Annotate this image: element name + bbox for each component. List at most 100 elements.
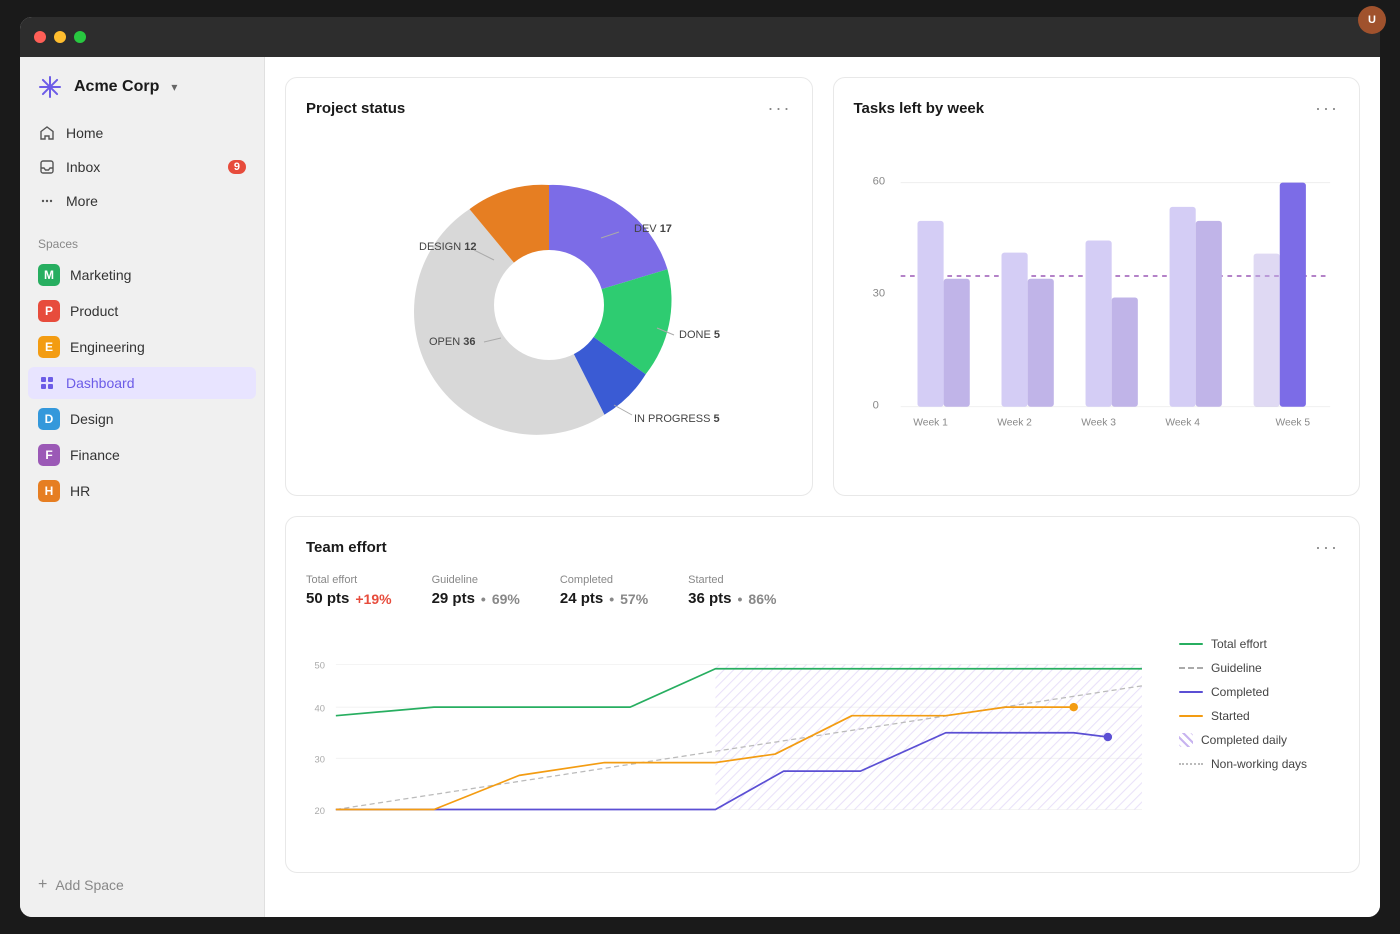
project-status-header: Project status ··· <box>306 98 792 119</box>
legend-dash-guideline <box>1179 667 1203 669</box>
metric-completed-change: • <box>609 591 614 607</box>
legend-item-started: Started <box>1179 709 1339 723</box>
metric-guideline-label: Guideline <box>432 574 520 586</box>
legend-item-completed: Completed <box>1179 685 1339 699</box>
dashboard-icon <box>38 374 56 392</box>
metric-guideline: Guideline 29 pts • 69% <box>432 574 520 607</box>
svg-text:20: 20 <box>315 806 325 816</box>
close-button[interactable] <box>34 31 46 43</box>
svg-text:50: 50 <box>315 661 325 671</box>
avatar[interactable]: U <box>1358 17 1380 34</box>
more-icon <box>38 192 56 210</box>
traffic-lights <box>34 31 86 43</box>
spaces-section-label: Spaces <box>20 225 264 257</box>
home-icon <box>38 124 56 142</box>
titlebar: U <box>20 17 1380 57</box>
metric-total-effort-value: 50 pts +19% <box>306 590 392 607</box>
sidebar-item-product-label: Product <box>70 303 118 319</box>
sidebar-item-inbox-label: Inbox <box>66 159 100 175</box>
sidebar-item-hr[interactable]: H HR <box>28 473 256 509</box>
top-row: Project status ··· <box>285 77 1360 496</box>
tasks-left-card: Tasks left by week ··· 60 30 0 <box>833 77 1361 496</box>
svg-text:40: 40 <box>315 703 325 713</box>
legend-item-completed-daily: Completed daily <box>1179 733 1339 747</box>
main-content: Project status ··· <box>265 57 1380 917</box>
svg-text:DESIGN 12: DESIGN 12 <box>419 241 476 253</box>
inbox-badge: 9 <box>228 160 246 174</box>
hr-space-icon: H <box>38 480 60 502</box>
design-space-icon: D <box>38 408 60 430</box>
metric-started-change: • <box>738 591 743 607</box>
svg-text:30: 30 <box>872 288 884 300</box>
inbox-icon <box>38 158 56 176</box>
sidebar-item-marketing-label: Marketing <box>70 267 131 283</box>
legend-line-completed <box>1179 691 1203 693</box>
svg-text:60: 60 <box>872 175 884 187</box>
sidebar-item-dashboard[interactable]: Dashboard <box>28 367 256 399</box>
metrics-row: Total effort 50 pts +19% Guideline 29 pt… <box>306 574 1339 607</box>
org-header[interactable]: Acme Corp ▾ <box>20 57 264 109</box>
metric-total-effort: Total effort 50 pts +19% <box>306 574 392 607</box>
maximize-button[interactable] <box>74 31 86 43</box>
metric-completed-value: 24 pts • 57% <box>560 590 648 607</box>
legend-dots-nonworking <box>1179 763 1203 765</box>
sidebar-item-product[interactable]: P Product <box>28 293 256 329</box>
sidebar-item-hr-label: HR <box>70 483 90 499</box>
line-chart-wrapper: 50 40 30 20 <box>306 627 1339 852</box>
tasks-left-chart: 60 30 0 <box>854 135 1340 475</box>
tasks-left-more-button[interactable]: ··· <box>1315 98 1339 119</box>
sidebar-item-home[interactable]: Home <box>28 117 256 149</box>
team-effort-card: Team effort ··· Total effort 50 pts +19%… <box>285 516 1360 873</box>
tasks-left-header: Tasks left by week ··· <box>854 98 1340 119</box>
svg-text:Week 1: Week 1 <box>913 417 948 428</box>
legend-line-started <box>1179 715 1203 717</box>
svg-text:DEV 17: DEV 17 <box>634 223 672 235</box>
line-chart-area: 50 40 30 20 <box>306 627 1159 852</box>
sidebar-item-inbox[interactable]: Inbox 9 <box>28 151 256 183</box>
legend-item-nonworking: Non-working days <box>1179 757 1339 771</box>
metric-total-effort-change: +19% <box>355 591 391 607</box>
add-space-button[interactable]: + Add Space <box>20 869 264 901</box>
sidebar-item-finance[interactable]: F Finance <box>28 437 256 473</box>
legend-item-total-effort: Total effort <box>1179 637 1339 651</box>
sidebar-item-engineering[interactable]: E Engineering <box>28 329 256 365</box>
svg-text:Week 4: Week 4 <box>1165 417 1200 428</box>
legend-line-total <box>1179 643 1203 645</box>
nav-menu: Home Inbox 9 More <box>20 109 264 225</box>
svg-text:DONE 5: DONE 5 <box>679 329 720 341</box>
metric-completed: Completed 24 pts • 57% <box>560 574 648 607</box>
sidebar-item-engineering-label: Engineering <box>70 339 145 355</box>
sidebar-item-finance-label: Finance <box>70 447 120 463</box>
svg-text:IN PROGRESS 5: IN PROGRESS 5 <box>634 413 720 425</box>
metric-guideline-value: 29 pts • 69% <box>432 590 520 607</box>
marketing-space-icon: M <box>38 264 60 286</box>
sidebar-item-more-label: More <box>66 193 98 209</box>
sidebar-item-design-label: Design <box>70 411 114 427</box>
sidebar-item-more[interactable]: More <box>28 185 256 217</box>
sidebar-item-marketing[interactable]: M Marketing <box>28 257 256 293</box>
svg-text:30: 30 <box>315 755 325 765</box>
metric-completed-label: Completed <box>560 574 648 586</box>
engineering-space-icon: E <box>38 336 60 358</box>
team-effort-more-button[interactable]: ··· <box>1315 537 1339 558</box>
svg-text:Week 2: Week 2 <box>997 417 1032 428</box>
sidebar-item-dashboard-label: Dashboard <box>66 375 135 391</box>
svg-text:Week 3: Week 3 <box>1081 417 1116 428</box>
legend-item-guideline: Guideline <box>1179 661 1339 675</box>
sidebar-item-home-label: Home <box>66 125 103 141</box>
org-name: Acme Corp <box>74 78 159 96</box>
chart-legend: Total effort Guideline Completed St <box>1179 627 1339 852</box>
team-effort-title: Team effort <box>306 539 387 556</box>
svg-text:Week 5: Week 5 <box>1275 417 1310 428</box>
org-logo <box>36 73 64 101</box>
project-status-chart: DEV 17 DONE 5 IN PROGRESS 5 <box>306 135 792 475</box>
metric-started-label: Started <box>688 574 776 586</box>
project-status-title: Project status <box>306 100 405 117</box>
minimize-button[interactable] <box>54 31 66 43</box>
metric-total-effort-label: Total effort <box>306 574 392 586</box>
sidebar-item-design[interactable]: D Design <box>28 401 256 437</box>
chevron-down-icon: ▾ <box>171 80 177 94</box>
project-status-more-button[interactable]: ··· <box>768 98 792 119</box>
legend-hatch-completed-daily <box>1179 733 1193 747</box>
metric-started-value: 36 pts • 86% <box>688 590 776 607</box>
